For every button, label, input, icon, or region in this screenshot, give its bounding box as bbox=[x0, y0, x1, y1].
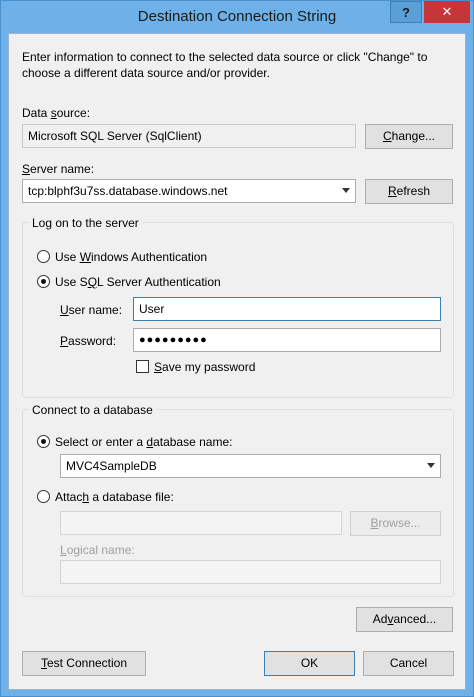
change-button[interactable]: Change... bbox=[365, 124, 453, 149]
attach-db-radio[interactable] bbox=[37, 490, 50, 503]
help-icon: ? bbox=[402, 4, 410, 20]
server-name-label: Server name: bbox=[22, 162, 95, 176]
logical-name-input bbox=[60, 560, 441, 584]
logon-group-title: Log on to the server bbox=[29, 216, 142, 230]
windows-auth-label[interactable]: Use Windows Authentication bbox=[55, 250, 207, 264]
select-db-label[interactable]: Select or enter a database name: bbox=[55, 435, 232, 449]
close-button[interactable]: ✕ bbox=[424, 1, 470, 23]
database-file-input bbox=[60, 511, 342, 535]
save-password-checkbox[interactable] bbox=[136, 360, 149, 373]
advanced-button[interactable]: Advanced... bbox=[356, 607, 453, 632]
chevron-down-icon[interactable] bbox=[342, 188, 350, 193]
dialog-body: Enter information to connect to the sele… bbox=[8, 33, 466, 690]
password-label: Password: bbox=[60, 334, 117, 348]
intro-text: Enter information to connect to the sele… bbox=[22, 50, 428, 80]
sql-auth-label[interactable]: Use SQL Server Authentication bbox=[55, 275, 221, 289]
radio-selected-dot bbox=[41, 439, 46, 444]
server-name-combo[interactable]: tcp:blphf3u7ss.database.windows.net bbox=[22, 179, 356, 203]
sql-auth-radio[interactable] bbox=[37, 275, 50, 288]
server-name-value: tcp:blphf3u7ss.database.windows.net bbox=[28, 184, 228, 198]
password-input[interactable]: ●●●●●●●●● bbox=[133, 328, 441, 352]
select-db-radio[interactable] bbox=[37, 435, 50, 448]
close-icon: ✕ bbox=[441, 4, 453, 19]
dialog-window: Destination Connection String ? ✕ Enter … bbox=[0, 0, 474, 697]
windows-auth-radio[interactable] bbox=[37, 250, 50, 263]
save-password-label[interactable]: Save my password bbox=[154, 360, 255, 374]
logical-name-label: Logical name: bbox=[60, 543, 135, 557]
refresh-button[interactable]: Refresh bbox=[365, 179, 453, 204]
database-name-combo[interactable]: MVC4SampleDB bbox=[60, 454, 441, 478]
cancel-button[interactable]: Cancel bbox=[363, 651, 454, 676]
radio-selected-dot bbox=[41, 279, 46, 284]
browse-button: Browse... bbox=[350, 511, 441, 536]
help-button[interactable]: ? bbox=[390, 1, 422, 23]
data-source-label: Data source: bbox=[22, 106, 91, 120]
test-connection-button[interactable]: Test Connection bbox=[22, 651, 146, 676]
ok-button[interactable]: OK bbox=[264, 651, 355, 676]
username-label: User name: bbox=[60, 303, 123, 317]
attach-db-label[interactable]: Attach a database file: bbox=[55, 490, 174, 504]
data-source-field: Microsoft SQL Server (SqlClient) bbox=[22, 124, 356, 148]
database-name-value: MVC4SampleDB bbox=[66, 459, 157, 473]
username-input[interactable]: User bbox=[133, 297, 441, 321]
title-bar[interactable]: Destination Connection String ? ✕ bbox=[1, 1, 473, 33]
chevron-down-icon[interactable] bbox=[427, 463, 435, 468]
database-group-title: Connect to a database bbox=[29, 403, 156, 417]
